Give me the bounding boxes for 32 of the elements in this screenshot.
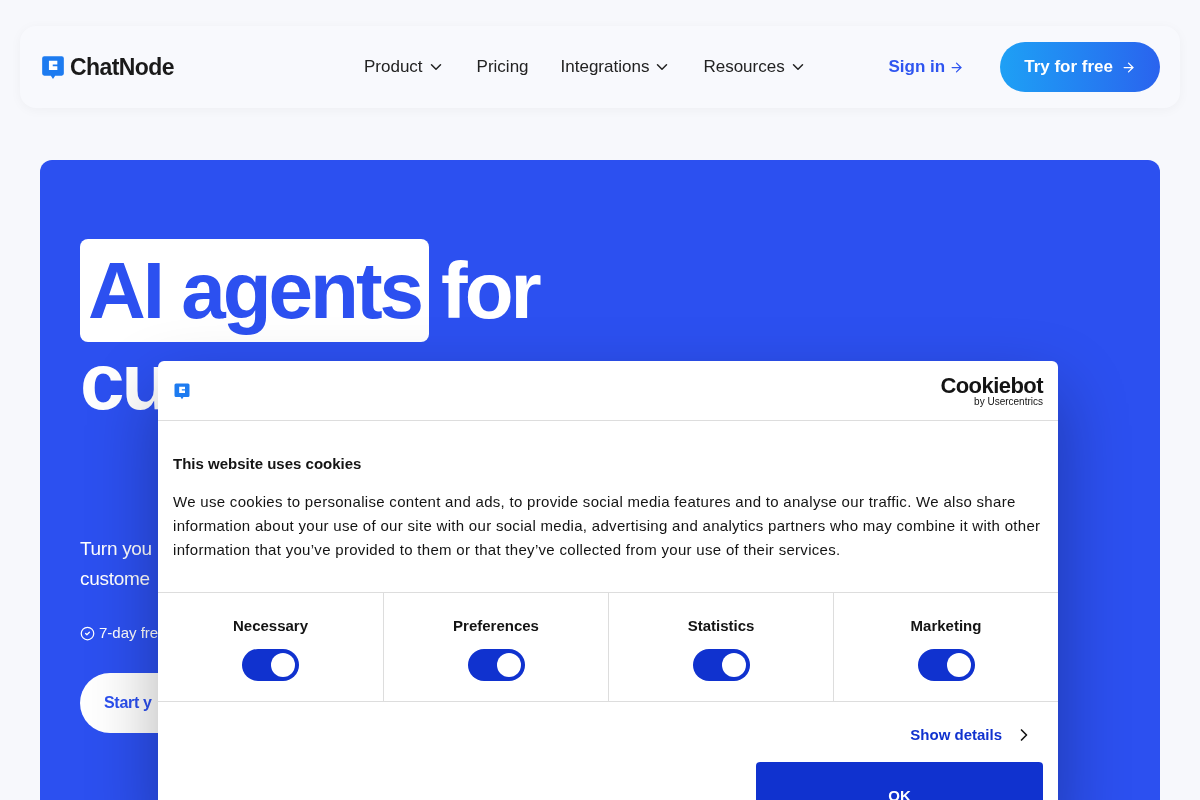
nav-link[interactable]: Resources: [703, 54, 807, 80]
subtitle-text: custome: [80, 567, 150, 591]
trial-note: 7-day fre: [99, 623, 159, 643]
toggle-switch[interactable]: [242, 649, 299, 681]
headline-highlight: AI agents: [80, 239, 430, 342]
start-button[interactable]: Start y: [80, 672, 158, 733]
nav-link[interactable]: Pricing: [476, 54, 529, 80]
category-label: Necessary: [232, 615, 309, 636]
dialog-body-text: We use cookies to personalise content and ads, to provide social media features and to analyse our traffic. We also share information about your use of our site with our social media, advertising and analytics partners who may combine it with other information that you’ve provided to them or that they’ve collected from your use of their services.: [173, 491, 1042, 560]
toggle-switch[interactable]: [467, 649, 525, 681]
headline-text: for: [441, 245, 539, 337]
nav-link[interactable]: Integrations: [560, 54, 672, 80]
toggle-switch[interactable]: [917, 649, 975, 681]
brand-name[interactable]: ChatNode: [70, 49, 174, 85]
toggle-switch[interactable]: [692, 649, 750, 681]
chat-bubble-logo-icon: [40, 54, 66, 80]
sign-in-link[interactable]: Sign in: [888, 54, 965, 80]
category-label: Statistics: [687, 615, 755, 636]
dialog-heading: This website uses cookies: [173, 454, 363, 474]
category-label: Marketing: [910, 615, 982, 636]
subtitle-text: Turn you: [80, 537, 152, 561]
show-details-link[interactable]: Show details: [910, 723, 1034, 746]
arrow-right-icon: [949, 59, 965, 75]
category-label: Preferences: [453, 615, 539, 636]
cookiebot-logo-subtitle: by Usercentrics: [974, 396, 1043, 407]
try-for-free-button[interactable]: Try for free: [1000, 42, 1160, 92]
cookiebot-logo: Cookiebot: [940, 374, 1043, 397]
nav-link[interactable]: Product: [364, 54, 445, 80]
arrow-right-icon: [1121, 59, 1136, 75]
chat-bubble-logo-icon: [173, 381, 191, 400]
ok-button[interactable]: OK: [756, 762, 1043, 800]
check-circle-icon: [80, 625, 95, 641]
